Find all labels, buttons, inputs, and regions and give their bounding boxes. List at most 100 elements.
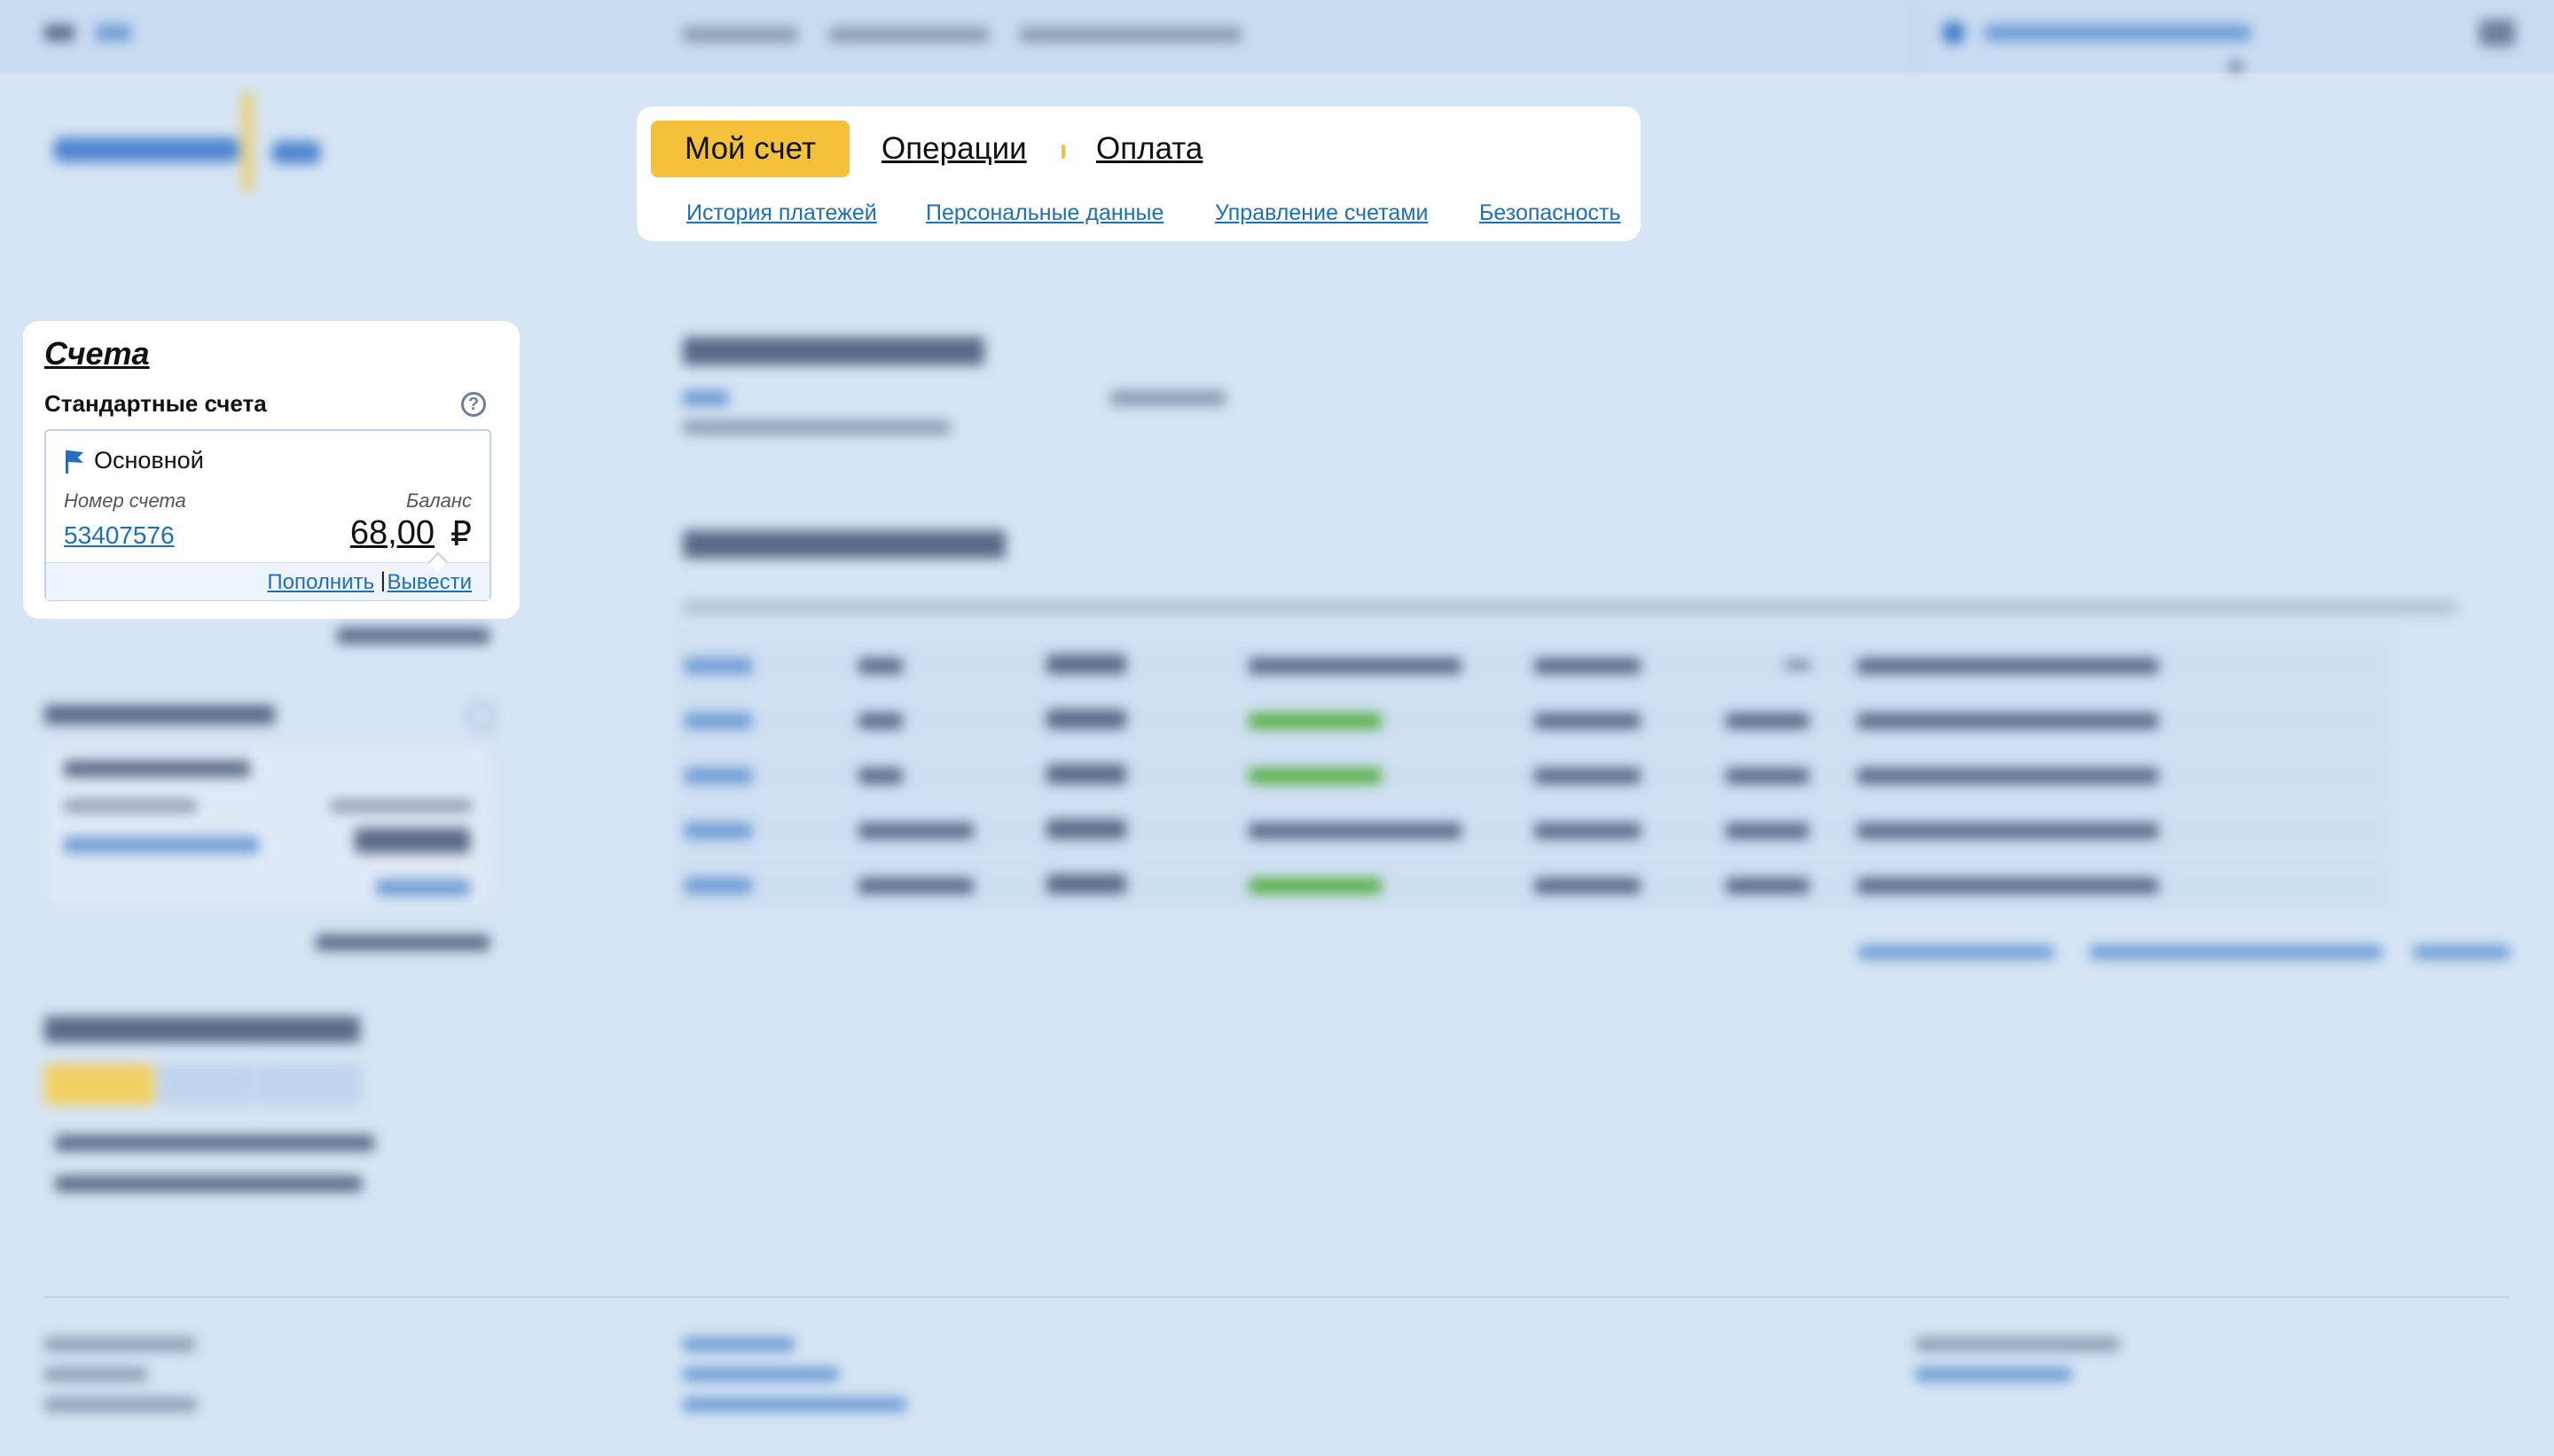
card-number-label: [64, 800, 197, 812]
linked-cards-heading: [44, 705, 275, 724]
chevron-down-icon[interactable]: [2229, 62, 2242, 71]
top-bar-divider: [1914, 0, 1916, 73]
footer-link-1[interactable]: [683, 1337, 795, 1351]
rate-tab-2[interactable]: [158, 1064, 254, 1105]
row-counterparty: [1857, 878, 2158, 894]
row-id-link[interactable]: [685, 823, 752, 839]
row-counterparty: [1857, 658, 2158, 674]
template-link[interactable]: [683, 390, 729, 406]
account-name: Основной: [94, 447, 204, 474]
accounts-panel: Счета Стандартные счета ? Основной Номер…: [23, 321, 520, 619]
row-amount: [1726, 878, 1809, 894]
row-date: [858, 823, 974, 839]
row-type: [1046, 654, 1126, 674]
row-id-link[interactable]: [685, 658, 752, 674]
user-icon: [1942, 21, 1965, 44]
tab-my-account[interactable]: Мой счет: [651, 121, 850, 177]
card-expiry-label: [330, 800, 472, 812]
top-link-3[interactable]: [1020, 27, 1242, 43]
row-counterparty: [1857, 768, 2158, 784]
footer-company: [44, 1367, 147, 1382]
accounts-title[interactable]: Счета: [44, 335, 150, 372]
subnav-personal-data[interactable]: Персональные данные: [926, 200, 1163, 226]
row-account: [1534, 768, 1641, 784]
row-date: [858, 878, 974, 894]
extra-link[interactable]: [2414, 945, 2510, 959]
deposit-link[interactable]: Пополнить: [267, 570, 374, 595]
statement-link[interactable]: [2089, 945, 2382, 959]
row-amount: [1726, 713, 1809, 729]
row-time: [858, 768, 903, 784]
row-time: [858, 713, 903, 729]
row-type: [1046, 874, 1126, 894]
standard-accounts-label: Стандартные счета: [44, 390, 267, 417]
row-id-link[interactable]: [685, 878, 752, 894]
account-number-link[interactable]: 53407576: [64, 521, 175, 550]
help-icon[interactable]: [466, 702, 495, 731]
tab-payment[interactable]: Оплата: [1096, 121, 1203, 177]
conversion-rates-heading: [44, 1016, 360, 1043]
row-status: [1249, 768, 1382, 784]
row-account: [1534, 823, 1641, 839]
row-id-link[interactable]: [685, 768, 752, 784]
row-account: [1534, 878, 1641, 894]
footer-link-3[interactable]: [683, 1397, 906, 1412]
card-expiry: [355, 828, 470, 853]
row-type: [1046, 764, 1126, 784]
card-number: [64, 761, 250, 777]
footer-support-link[interactable]: [1916, 1367, 2072, 1382]
balance-label: Баланс: [405, 489, 472, 512]
row-counterparty: [1857, 823, 2158, 839]
language-switch[interactable]: [96, 25, 131, 41]
balance-value[interactable]: 68,00: [350, 514, 435, 552]
row-type: [1046, 709, 1126, 729]
subnav-security[interactable]: Безопасность: [1479, 200, 1620, 226]
tab-operations[interactable]: Операции: [881, 121, 1027, 177]
account-actions: Пополнить | Вывести: [46, 562, 490, 600]
top-link-2[interactable]: [829, 27, 989, 43]
rate-tab-3[interactable]: [257, 1064, 362, 1105]
row-account: [1534, 658, 1641, 674]
withdraw-link[interactable]: Вывести: [388, 570, 472, 595]
logo[interactable]: [44, 84, 337, 200]
row-amount: [1726, 768, 1809, 784]
row-amount: [1784, 661, 1811, 669]
footer-copyright: [44, 1337, 195, 1351]
link-card-button[interactable]: [316, 935, 490, 951]
row-id-link[interactable]: [685, 713, 752, 729]
account-number-label: Номер счета: [64, 489, 186, 512]
top-link-1[interactable]: [683, 27, 798, 43]
top-bar: [0, 0, 2554, 73]
logo-bar: [241, 93, 254, 191]
history-link[interactable]: [1859, 945, 2054, 959]
subnav-payment-history[interactable]: История платежей: [686, 200, 877, 226]
language-current[interactable]: [44, 25, 74, 41]
buy-rate-line: [55, 1135, 374, 1151]
rate-tab-1[interactable]: [44, 1064, 154, 1105]
add-account-link[interactable]: [337, 628, 490, 644]
row-status: [1249, 713, 1382, 729]
footer-code: [44, 1397, 197, 1412]
row-status: [1249, 823, 1461, 839]
recent-operations-heading: [683, 530, 1006, 559]
user-name-link[interactable]: [1985, 25, 2251, 41]
subnav-account-management[interactable]: Управление счетами: [1215, 200, 1428, 226]
logo-domain: [271, 141, 321, 164]
table-header-divider: [674, 631, 2394, 633]
row-amount: [1726, 823, 1809, 839]
row-counterparty: [1857, 713, 2158, 729]
row-time: [858, 658, 903, 674]
footer-divider: [44, 1296, 2510, 1298]
footer-link-2[interactable]: [683, 1367, 839, 1382]
link-divider: |: [380, 568, 386, 592]
card-number-link[interactable]: [64, 837, 259, 853]
account-card: Основной Номер счета Баланс 53407576 68,…: [44, 429, 491, 601]
help-icon[interactable]: ?: [461, 392, 486, 417]
templates-heading: [683, 337, 984, 365]
operations-table-header: [683, 601, 2456, 614]
row-status: [1249, 658, 1461, 674]
currency-symbol: ₽: [450, 516, 472, 553]
logo-wordmark: [53, 137, 239, 162]
logout-icon[interactable]: [2480, 20, 2515, 46]
card-action-link[interactable]: [376, 880, 470, 896]
